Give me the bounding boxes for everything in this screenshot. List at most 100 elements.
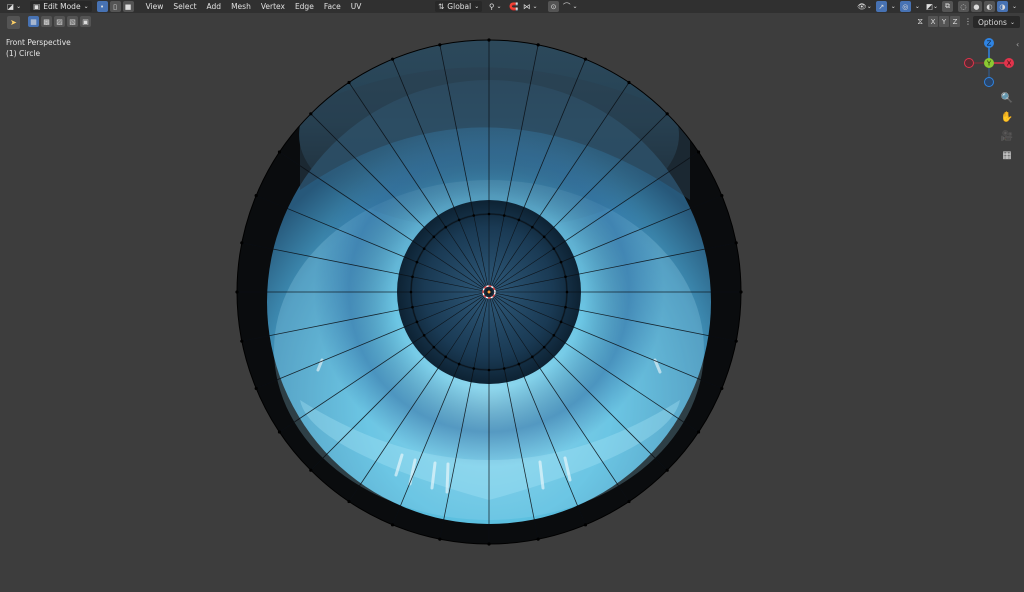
gizmo-dropdown[interactable]: ⌄ (888, 1, 899, 12)
chevron-down-icon: ⌄ (890, 3, 896, 10)
menu-vertex[interactable]: Vertex (256, 1, 290, 12)
select-subtract-button[interactable]: ▨ (54, 16, 65, 27)
gizmo-y-label: Y (986, 60, 992, 68)
solid-shading-icon: ● (973, 2, 980, 11)
gizmo-icon: ↗ (878, 2, 885, 11)
select-tool-button[interactable]: ➤ (7, 16, 20, 29)
camera-view-button[interactable]: 🎥 (998, 127, 1016, 145)
select-subtract-icon: ▨ (56, 17, 63, 26)
chevron-down-icon: ⌄ (1009, 18, 1015, 26)
chevron-down-icon: ⌄ (932, 3, 938, 10)
gizmo-toggle[interactable]: ↗ (875, 1, 887, 12)
mode-dropdown[interactable]: ▣ Edit Mode ⌄ (30, 1, 92, 12)
select-new-icon: ▦ (30, 17, 37, 26)
menu-select[interactable]: Select (168, 1, 201, 12)
xray-icon: ⧉ (944, 2, 950, 10)
gizmo-x-label: X (1007, 60, 1012, 68)
shading-dropdown[interactable]: ⌄ (1009, 1, 1020, 12)
menu-mesh[interactable]: Mesh (226, 1, 256, 12)
view-name: Front Perspective (6, 38, 71, 47)
shading-solid-button[interactable]: ● (970, 1, 982, 12)
object-label: (1) Circle (6, 49, 41, 58)
overlays-icon: ◎ (902, 2, 909, 11)
mode-label: Edit Mode (43, 2, 81, 11)
chevron-down-icon: ⌄ (83, 3, 89, 10)
menu-face[interactable]: Face (319, 1, 346, 12)
menu-view[interactable]: View (141, 1, 169, 12)
gizmo-neg-x (964, 58, 974, 68)
select-intersect-button[interactable]: ▣ (80, 16, 91, 27)
edit-mode-icon: ▣ (33, 2, 41, 11)
shading-material-button[interactable]: ◐ (983, 1, 995, 12)
face-select-button[interactable]: ■ (122, 1, 134, 12)
mirror-axis-group: ⧖ X Y Z ⋮ (917, 16, 972, 27)
select-difference-icon: ▧ (69, 17, 76, 26)
gizmo-neg-z (984, 77, 994, 87)
edge-select-button[interactable]: ▯ (109, 1, 121, 12)
overlays-toggle[interactable]: ◎ (899, 1, 911, 12)
axis-y-toggle[interactable]: Y (939, 16, 949, 27)
mesh-edit-overlays-button[interactable]: ◩ ⌄ (923, 1, 941, 12)
snap-increment-icon: ⋈ (523, 2, 531, 11)
options-dropdown[interactable]: Options ⌄ (973, 16, 1020, 28)
mirror-icon: ⧖ (917, 16, 923, 26)
overlays-dropdown[interactable]: ⌄ (912, 1, 923, 12)
select-extend-button[interactable]: ▩ (41, 16, 52, 27)
camera-icon: 🎥 (1000, 130, 1014, 142)
eye-icon: 👁 (857, 2, 867, 11)
chevron-down-icon: ⌄ (496, 3, 502, 10)
editor-type-button[interactable]: ◪ ⌄ (4, 1, 24, 12)
select-difference-button[interactable]: ▧ (67, 16, 78, 27)
snap-target-button[interactable]: ⋈ ⌄ (520, 1, 541, 12)
proportional-edit-icon: ⊙ (548, 1, 559, 12)
select-new-button[interactable]: ▦ (28, 16, 39, 27)
pivot-point-button[interactable]: ⚲ ⌄ (486, 1, 505, 12)
navigation-gizmo[interactable]: Z X Y (962, 36, 1018, 90)
vertex-select-icon: • (100, 2, 105, 11)
hand-icon: ✋ (1000, 111, 1014, 123)
header-right-tools: 👁 ⌄ ↗ ⌄ ◎ ⌄ ◩ ⌄ ⧉ ◌ ● ◐ ◑ ⌄ (854, 1, 1020, 12)
orientation-icon: ⇅ (438, 2, 445, 11)
axis-x-toggle[interactable]: X (928, 16, 938, 27)
snap-icon: 🧲 (509, 2, 519, 11)
chevron-down-icon: ⌄ (572, 3, 578, 10)
perspective-toggle-button[interactable]: ▦ (998, 146, 1016, 164)
axis-z-toggle[interactable]: Z (950, 16, 960, 27)
zoom-button[interactable]: 🔍 (998, 89, 1016, 107)
selection-mode-group: ▦ ▩ ▨ ▧ ▣ (27, 16, 92, 27)
gizmo-z-label: Z (987, 40, 992, 48)
header-menus: View Select Add Mesh Vertex Edge Face UV (141, 1, 367, 12)
visibility-button[interactable]: 👁 ⌄ (854, 1, 875, 12)
select-extend-icon: ▩ (43, 17, 50, 26)
chevron-down-icon: ⌄ (866, 3, 872, 10)
pivot-icon: ⚲ (489, 2, 495, 11)
settings-dots-icon[interactable]: ⋮ (964, 17, 972, 26)
falloff-button[interactable]: ⌒ ⌄ (560, 1, 581, 12)
falloff-icon: ⌒ (563, 2, 571, 11)
wireframe-shading-icon: ◌ (960, 2, 967, 11)
options-label: Options (978, 17, 1007, 27)
tool-settings-row: ➤ ▦ ▩ ▨ ▧ ▣ ⧖ X Y Z ⋮ Options ⌄ (0, 14, 1024, 30)
menu-add[interactable]: Add (202, 1, 227, 12)
chevron-down-icon: ⌄ (474, 3, 480, 10)
menu-uv[interactable]: UV (346, 1, 367, 12)
shading-wireframe-button[interactable]: ◌ (957, 1, 969, 12)
sidebar-toggle-arrow[interactable]: ‹ (1016, 40, 1019, 49)
viewport-3d[interactable] (0, 0, 1024, 592)
grid-perspective-icon: ▦ (1002, 149, 1012, 161)
xray-toggle[interactable]: ⧉ (941, 1, 953, 12)
rendered-shading-icon: ◑ (999, 2, 1006, 11)
orientation-label: Global (447, 2, 472, 11)
menu-edge[interactable]: Edge (290, 1, 319, 12)
viewport-header: ◪ ⌄ ▣ Edit Mode ⌄ • ▯ ■ View Select Add M… (0, 0, 1024, 13)
editor-type-icon: ◪ (7, 2, 15, 11)
viewport-info: Front Perspective (1) Circle (6, 37, 71, 59)
vertex-select-button[interactable]: • (96, 1, 108, 12)
material-shading-icon: ◐ (986, 2, 993, 11)
transform-orientation-dropdown[interactable]: ⇅ Global ⌄ (435, 1, 483, 12)
cursor-arrow-icon: ➤ (10, 18, 17, 27)
mesh-overlay-icon: ◩ (925, 2, 933, 11)
shading-rendered-button[interactable]: ◑ (996, 1, 1008, 12)
select-intersect-icon: ▣ (82, 17, 89, 26)
pan-button[interactable]: ✋ (998, 108, 1016, 126)
